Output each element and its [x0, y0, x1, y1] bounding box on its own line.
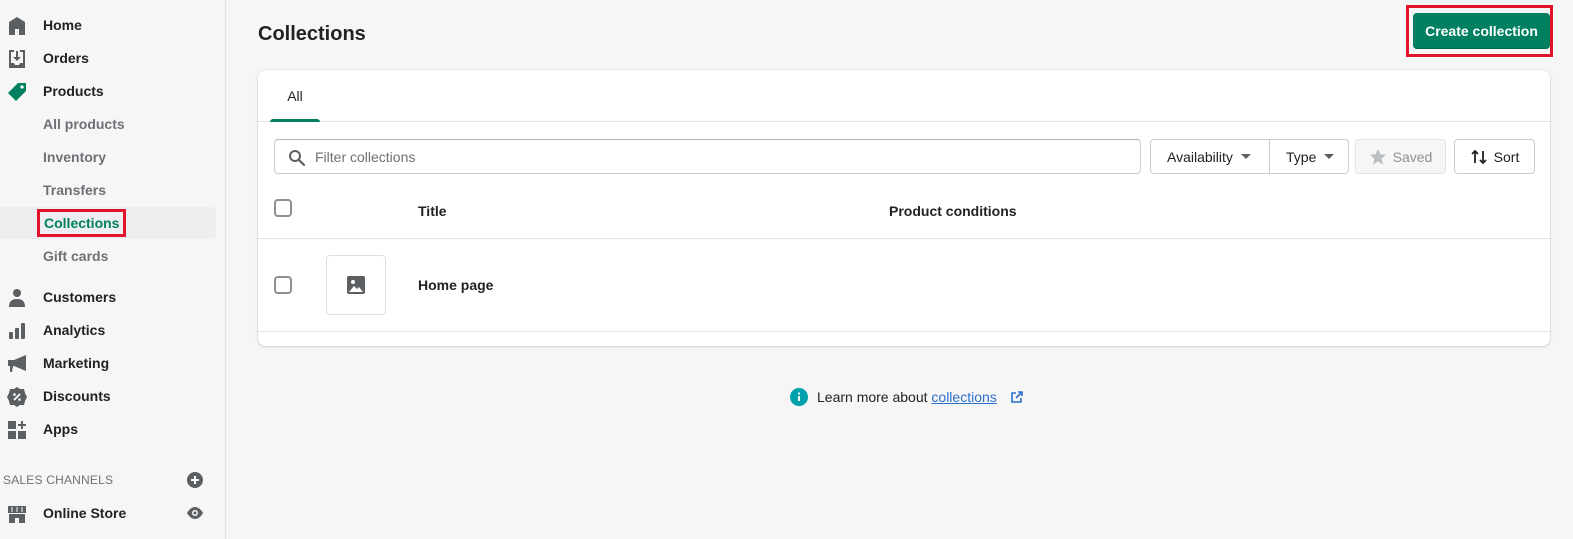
- nav-orders-label: Orders: [43, 50, 89, 66]
- sales-channels-title: SALES CHANNELS: [3, 473, 114, 487]
- nav-transfers[interactable]: Transfers: [0, 174, 216, 206]
- search-icon: [289, 150, 306, 167]
- collection-title[interactable]: Home page: [418, 277, 493, 293]
- star-icon: [1369, 148, 1386, 165]
- filter-collections-input[interactable]: [315, 140, 1115, 173]
- nav-customers-label: Customers: [43, 289, 117, 305]
- add-sales-channel-icon[interactable]: [187, 472, 203, 488]
- column-product-conditions: Product conditions: [889, 203, 1017, 219]
- availability-filter-button[interactable]: Availability: [1150, 139, 1270, 174]
- eye-icon[interactable]: [186, 506, 204, 520]
- sort-button[interactable]: Sort: [1454, 139, 1535, 174]
- saved-button[interactable]: Saved: [1355, 139, 1446, 174]
- megaphone-icon: [8, 355, 26, 372]
- nav-online-store[interactable]: Online Store: [0, 497, 216, 529]
- nav-collections-label: Collections: [36, 209, 127, 237]
- nav-gift-cards-label: Gift cards: [43, 248, 109, 264]
- nav-orders[interactable]: Orders: [0, 42, 216, 74]
- collections-card: All Availability Type Saved Sort: [258, 70, 1550, 346]
- nav-products-label: Products: [43, 83, 104, 99]
- nav-analytics-label: Analytics: [43, 322, 106, 338]
- store-icon: [8, 506, 26, 523]
- nav-all-products-label: All products: [43, 116, 125, 132]
- learn-more-text: Learn more about: [817, 389, 932, 405]
- select-all-checkbox[interactable]: [274, 199, 292, 217]
- image-icon: [347, 276, 365, 294]
- nav-apps[interactable]: Apps: [0, 413, 216, 445]
- create-collection-button[interactable]: Create collection: [1413, 13, 1550, 49]
- nav-marketing-label: Marketing: [43, 355, 110, 371]
- saved-label: Saved: [1392, 148, 1433, 165]
- tag-icon: [8, 83, 26, 101]
- nav-discounts[interactable]: Discounts: [0, 380, 216, 412]
- collection-thumbnail: [326, 255, 386, 315]
- nav-inventory[interactable]: Inventory: [0, 141, 216, 173]
- main-content: Collections Create collection All Availa…: [227, 0, 1573, 539]
- column-title[interactable]: Title: [418, 203, 447, 219]
- apps-icon: [8, 421, 26, 439]
- nav-transfers-label: Transfers: [43, 182, 107, 198]
- nav-customers[interactable]: Customers: [0, 281, 216, 313]
- filter-collections[interactable]: [274, 139, 1141, 174]
- type-label: Type: [1286, 148, 1317, 165]
- sidebar: Home Orders Products All products Invent…: [0, 0, 226, 539]
- home-icon: [9, 17, 25, 35]
- learn-more: Learn more about collections: [790, 388, 1023, 406]
- table-row[interactable]: Home page: [258, 239, 1550, 332]
- external-link-icon[interactable]: [1010, 391, 1023, 403]
- nav-home[interactable]: Home: [0, 9, 216, 41]
- collections-link[interactable]: collections: [931, 389, 996, 405]
- row-checkbox[interactable]: [274, 276, 292, 294]
- page-title: Collections: [258, 23, 366, 45]
- create-collection-highlight: Create collection: [1406, 5, 1553, 57]
- info-icon: [790, 388, 808, 406]
- nav-home-label: Home: [43, 17, 82, 33]
- tab-all[interactable]: All: [270, 70, 320, 122]
- bar-chart-icon: [9, 323, 25, 339]
- person-icon: [9, 289, 25, 307]
- tabs: All: [258, 70, 1550, 122]
- nav-online-store-label: Online Store: [43, 505, 127, 521]
- nav-marketing[interactable]: Marketing: [0, 347, 216, 379]
- caret-down-icon: [1240, 154, 1251, 159]
- nav-inventory-label: Inventory: [43, 149, 107, 165]
- nav-apps-label: Apps: [43, 421, 78, 437]
- discount-icon: [7, 387, 27, 407]
- filter-button-group: Availability Type: [1150, 139, 1349, 174]
- nav-analytics[interactable]: Analytics: [0, 314, 216, 346]
- sort-icon: [1471, 149, 1487, 164]
- nav-all-products[interactable]: All products: [0, 108, 216, 140]
- nav-gift-cards[interactable]: Gift cards: [0, 240, 216, 272]
- availability-label: Availability: [1167, 148, 1233, 165]
- caret-down-icon: [1324, 154, 1335, 159]
- nav-discounts-label: Discounts: [43, 388, 111, 404]
- nav-products[interactable]: Products: [0, 75, 216, 107]
- orders-icon: [9, 50, 25, 68]
- type-filter-button[interactable]: Type: [1270, 139, 1349, 174]
- sort-label: Sort: [1493, 148, 1520, 165]
- nav-collections[interactable]: Collections: [0, 207, 216, 239]
- table-header: Title Product conditions: [258, 186, 1550, 239]
